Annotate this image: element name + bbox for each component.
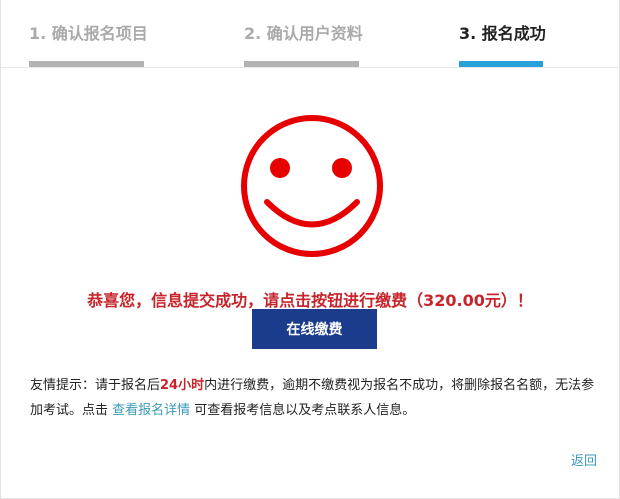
smiley-face-icon	[241, 115, 383, 257]
payment-notice: 友情提示：请于报名后24小时内进行缴费，逾期不缴费视为报名不成功，将删除报名名额…	[30, 373, 600, 423]
notice-deadline-highlight: 24小时	[160, 378, 205, 393]
step-bar	[29, 61, 144, 67]
step-label: 3. 报名成功	[459, 24, 546, 43]
notice-prefix: 友情提示：请于报名后	[30, 378, 161, 393]
step-bar-active	[459, 61, 543, 67]
online-payment-button[interactable]: 在线缴费	[252, 309, 377, 349]
step-label: 2. 确认用户资料	[244, 24, 363, 43]
back-link[interactable]: 返回	[571, 450, 597, 469]
step-label: 1. 确认报名项目	[29, 24, 148, 43]
notice-suffix: 可查看报考信息以及考点联系人信息。	[190, 403, 416, 418]
success-message: 恭喜您，信息提交成功，请点击按钮进行缴费（320.00元）！	[87, 291, 533, 310]
progress-steps: 1. 确认报名项目 2. 确认用户资料 3. 报名成功	[0, 0, 620, 68]
view-registration-details-link[interactable]: 查看报名详情	[112, 403, 190, 418]
step-bar	[244, 61, 359, 67]
